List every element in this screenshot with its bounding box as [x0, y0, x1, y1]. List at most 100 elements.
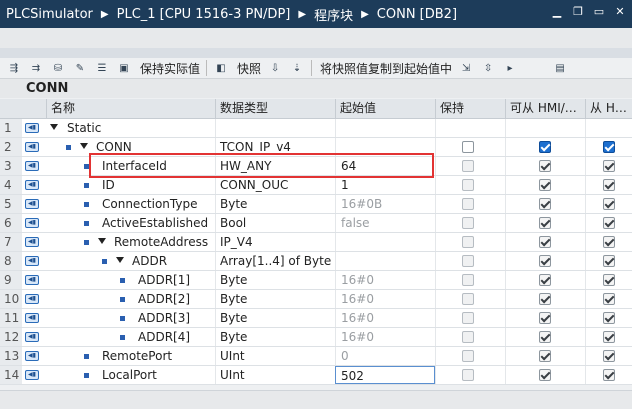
table-row[interactable]: 2 ◀▮ CONN TCON_IP_v4: [0, 138, 632, 157]
cell-datatype[interactable]: Byte: [215, 195, 335, 213]
cell-name[interactable]: ConnectionType: [102, 195, 215, 213]
cell-start-value[interactable]: 16#0: [335, 290, 435, 308]
header-hmi-write[interactable]: 从 H…: [585, 99, 632, 118]
table-row[interactable]: 9 ◀▮ ADDR[1] Byte 16#0: [0, 271, 632, 290]
retain-checkbox[interactable]: [462, 236, 474, 248]
cell-start-value[interactable]: 502: [335, 366, 435, 384]
edit-icon[interactable]: ✎: [72, 61, 88, 75]
hmi-writable-checkbox[interactable]: [603, 141, 615, 153]
hmi-writable-checkbox[interactable]: [603, 217, 615, 229]
breadcrumb-program-blocks[interactable]: 程序块: [314, 5, 353, 24]
breadcrumb-project[interactable]: PLCSimulator: [6, 7, 93, 22]
insert-row-icon[interactable]: ⇶: [6, 61, 22, 75]
hmi-accessible-checkbox[interactable]: [539, 198, 551, 210]
cell-start-value[interactable]: [335, 119, 435, 137]
hmi-accessible-checkbox[interactable]: [539, 293, 551, 305]
cell-name[interactable]: ADDR[3]: [138, 309, 215, 327]
add-row-icon[interactable]: ⇉: [28, 61, 44, 75]
cell-name[interactable]: CONN: [96, 138, 215, 156]
retain-checkbox[interactable]: [462, 274, 474, 286]
cell-name[interactable]: RemoteAddress: [114, 233, 215, 251]
hmi-writable-checkbox[interactable]: [603, 369, 615, 381]
cell-datatype[interactable]: Byte: [215, 328, 335, 346]
expand-arrow-icon[interactable]: [98, 238, 106, 244]
copy-down-icon[interactable]: ⇳: [480, 61, 496, 75]
cell-name[interactable]: ADDR: [132, 252, 215, 270]
hmi-accessible-checkbox[interactable]: [539, 274, 551, 286]
expand-arrow-icon[interactable]: [80, 143, 88, 149]
cell-start-value[interactable]: [335, 138, 435, 156]
cell-start-value[interactable]: 1: [335, 176, 435, 194]
load-snapshot-icon[interactable]: ⇩: [267, 61, 283, 75]
table-row[interactable]: 7 ◀▮ RemoteAddress IP_V4: [0, 233, 632, 252]
cell-datatype[interactable]: IP_V4: [215, 233, 335, 251]
header-start-value[interactable]: 起始值: [335, 99, 435, 118]
hmi-accessible-checkbox[interactable]: [539, 369, 551, 381]
hmi-writable-checkbox[interactable]: [603, 331, 615, 343]
table-row[interactable]: 11 ◀▮ ADDR[3] Byte 16#0: [0, 309, 632, 328]
cell-start-value[interactable]: 0: [335, 347, 435, 365]
cell-datatype[interactable]: CONN_OUC: [215, 176, 335, 194]
retain-checkbox[interactable]: [462, 141, 474, 153]
cell-name[interactable]: ADDR[2]: [138, 290, 215, 308]
header-retain[interactable]: 保持: [435, 99, 505, 118]
settings-panel-icon[interactable]: ▤: [552, 61, 568, 75]
cell-start-value[interactable]: 16#0: [335, 328, 435, 346]
restore-icon[interactable]: ❐: [572, 5, 584, 19]
snapshot-button[interactable]: 快照: [237, 60, 261, 77]
retain-checkbox[interactable]: [462, 312, 474, 324]
hmi-accessible-checkbox[interactable]: [539, 160, 551, 172]
table-row[interactable]: 13 ◀▮ RemotePort UInt 0: [0, 347, 632, 366]
header-datatype[interactable]: 数据类型: [215, 99, 335, 118]
cell-start-value[interactable]: 16#0: [335, 309, 435, 327]
cell-name[interactable]: ActiveEstablished: [102, 214, 215, 232]
cell-name[interactable]: RemotePort: [102, 347, 215, 365]
cell-start-value[interactable]: 16#0: [335, 271, 435, 289]
hmi-accessible-checkbox[interactable]: [539, 217, 551, 229]
table-row[interactable]: 6 ◀▮ ActiveEstablished Bool false: [0, 214, 632, 233]
expand-all-icon[interactable]: ☰: [94, 61, 110, 75]
hmi-writable-checkbox[interactable]: [603, 236, 615, 248]
cell-datatype[interactable]: Byte: [215, 290, 335, 308]
retain-checkbox[interactable]: [462, 350, 474, 362]
hmi-accessible-checkbox[interactable]: [539, 141, 551, 153]
table-row[interactable]: 12 ◀▮ ADDR[4] Byte 16#0: [0, 328, 632, 347]
hmi-writable-checkbox[interactable]: [603, 274, 615, 286]
monitor-icon[interactable]: ▣: [116, 61, 132, 75]
hmi-accessible-checkbox[interactable]: [539, 350, 551, 362]
more-arrow-icon[interactable]: ▸: [502, 61, 518, 75]
retain-checkbox[interactable]: [462, 369, 474, 381]
breadcrumb-device[interactable]: PLC_1 [CPU 1516-3 PN/DP]: [117, 7, 291, 22]
table-row[interactable]: 3 ◀▮ InterfaceId HW_ANY 64: [0, 157, 632, 176]
hmi-writable-checkbox[interactable]: [603, 350, 615, 362]
keep-actual-values-button[interactable]: 保持实际值: [140, 60, 200, 77]
database-icon[interactable]: ⛁: [50, 61, 66, 75]
cell-name[interactable]: LocalPort: [102, 366, 215, 384]
cell-datatype[interactable]: TCON_IP_v4: [215, 138, 335, 156]
cell-name[interactable]: ID: [102, 176, 215, 194]
cell-datatype[interactable]: UInt: [215, 366, 335, 384]
table-row[interactable]: 14 ◀▮ LocalPort UInt 502: [0, 366, 632, 385]
copy-snapshot-to-start-button[interactable]: 将快照值复制到起始值中: [320, 60, 452, 77]
cell-datatype[interactable]: UInt: [215, 347, 335, 365]
table-row[interactable]: 1 ◀▮ Static: [0, 119, 632, 138]
close-icon[interactable]: ✕: [614, 5, 626, 19]
expand-arrow-icon[interactable]: [50, 124, 58, 130]
table-row[interactable]: 8 ◀▮ ADDR Array[1..4] of Byte: [0, 252, 632, 271]
hmi-writable-checkbox[interactable]: [603, 179, 615, 191]
cell-start-value[interactable]: false: [335, 214, 435, 232]
cell-start-value[interactable]: 64: [335, 157, 435, 175]
float-icon[interactable]: ▭: [593, 5, 605, 19]
table-row[interactable]: 5 ◀▮ ConnectionType Byte 16#0B: [0, 195, 632, 214]
retain-checkbox[interactable]: [462, 293, 474, 305]
cell-start-value[interactable]: 16#0B: [335, 195, 435, 213]
cell-name[interactable]: ADDR[1]: [138, 271, 215, 289]
hmi-accessible-checkbox[interactable]: [539, 331, 551, 343]
hmi-writable-checkbox[interactable]: [603, 160, 615, 172]
header-name[interactable]: 名称: [46, 99, 215, 118]
load-start-icon[interactable]: ⇣: [289, 61, 305, 75]
retain-checkbox[interactable]: [462, 160, 474, 172]
hmi-writable-checkbox[interactable]: [603, 198, 615, 210]
retain-checkbox[interactable]: [462, 198, 474, 210]
retain-checkbox[interactable]: [462, 217, 474, 229]
